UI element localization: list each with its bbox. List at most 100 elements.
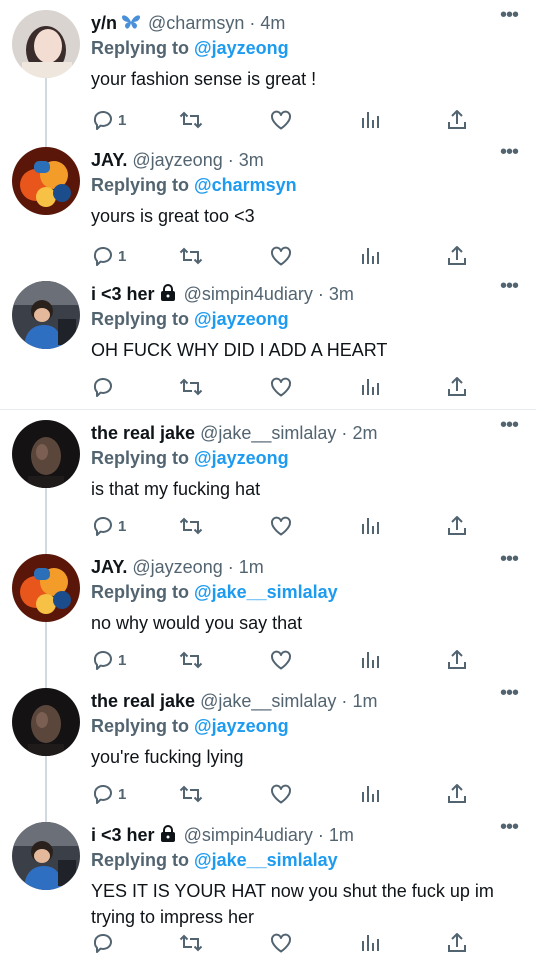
share-button[interactable] — [445, 931, 469, 955]
reply-count: 1 — [118, 517, 127, 535]
like-button[interactable] — [269, 375, 293, 399]
analytics-button[interactable] — [358, 931, 382, 955]
replying-to: Replying to @charmsyn — [91, 174, 297, 196]
retweet-icon — [178, 782, 204, 806]
reply-button[interactable] — [91, 375, 115, 399]
tweet-text: you're fucking lying — [91, 747, 244, 767]
avatar[interactable] — [12, 10, 80, 78]
heart-icon — [269, 648, 293, 672]
tweet-actions — [91, 931, 521, 955]
retweet-button[interactable] — [178, 648, 204, 672]
more-options-icon[interactable]: ••• — [500, 548, 519, 571]
lock-icon — [159, 284, 177, 307]
like-button[interactable] — [269, 931, 293, 955]
reply-button[interactable]: 1 — [91, 244, 126, 268]
analytics-button[interactable] — [358, 244, 382, 268]
share-button[interactable] — [445, 244, 469, 268]
butterfly-icon — [121, 13, 141, 36]
mention-link[interactable]: @jayzeong — [194, 716, 289, 736]
replying-to: Replying to @jayzeong — [91, 37, 289, 59]
more-options-icon[interactable]: ••• — [500, 414, 519, 437]
retweet-button[interactable] — [178, 931, 204, 955]
more-options-icon[interactable]: ••• — [500, 141, 519, 164]
tweet-header: the real jake @jake__simlalay · 1m — [91, 690, 377, 712]
analytics-button[interactable] — [358, 514, 382, 538]
mention-link[interactable]: @charmsyn — [194, 175, 297, 195]
tweet-header: i <3 her @simpin4udiary · 3m — [91, 283, 354, 307]
tweet: the real jake @jake__simlalay · 2m ••• Rep… — [0, 409, 536, 545]
display-name: i <3 her — [91, 284, 155, 304]
tweet: JAY. @jayzeong · 1m ••• Replying to @jake_… — [0, 544, 536, 678]
analytics-button[interactable] — [358, 782, 382, 806]
replying-to: Replying to @jake__simlalay — [91, 849, 338, 871]
share-button[interactable] — [445, 648, 469, 672]
tweet: y/n @charmsyn · 4m ••• Replying to @jayzeo… — [0, 0, 536, 137]
thread-line-below — [45, 488, 47, 545]
tweet-thread: y/n @charmsyn · 4m ••• Replying to @jayzeo… — [0, 0, 536, 960]
replying-to: Replying to @jayzeong — [91, 447, 289, 469]
mention-link[interactable]: @jayzeong — [194, 38, 289, 58]
analytics-button[interactable] — [358, 375, 382, 399]
replying-to: Replying to @jayzeong — [91, 715, 289, 737]
reply-icon — [91, 931, 115, 955]
reply-button[interactable]: 1 — [91, 514, 126, 538]
timestamp: 3m — [238, 150, 264, 170]
retweet-button[interactable] — [178, 375, 204, 399]
more-options-icon[interactable]: ••• — [500, 4, 519, 27]
reply-button[interactable]: 1 — [91, 782, 126, 806]
like-button[interactable] — [269, 782, 293, 806]
separator-dot: · — [227, 150, 234, 170]
avatar[interactable] — [12, 554, 80, 622]
tweet-header: y/n @charmsyn · 4m — [91, 12, 285, 36]
display-name: the real jake — [91, 691, 196, 711]
analytics-icon — [358, 648, 382, 672]
display-name: JAY. — [91, 150, 128, 170]
retweet-button[interactable] — [178, 108, 204, 132]
mention-link[interactable]: @jake__simlalay — [194, 582, 338, 602]
thread-line-above — [45, 137, 47, 147]
reply-button[interactable] — [91, 931, 115, 955]
replying-to-label: Replying to — [91, 448, 189, 468]
share-button[interactable] — [445, 375, 469, 399]
like-button[interactable] — [269, 244, 293, 268]
handle: @simpin4udiary — [183, 284, 313, 304]
replying-to-label: Replying to — [91, 38, 189, 58]
more-options-icon[interactable]: ••• — [500, 816, 519, 839]
thread-line-below — [45, 622, 47, 678]
mention-link[interactable]: @jayzeong — [194, 309, 289, 329]
retweet-button[interactable] — [178, 514, 204, 538]
avatar[interactable] — [12, 420, 80, 488]
heart-icon — [269, 108, 293, 132]
tweet-header: i <3 her @simpin4udiary · 1m — [91, 824, 354, 848]
replying-to-label: Replying to — [91, 582, 189, 602]
share-button[interactable] — [445, 108, 469, 132]
reply-button[interactable]: 1 — [91, 648, 126, 672]
reply-icon — [91, 375, 115, 399]
timestamp: 4m — [260, 13, 286, 33]
reply-button[interactable]: 1 — [91, 108, 126, 132]
reply-icon — [91, 648, 115, 672]
like-button[interactable] — [269, 648, 293, 672]
display-name: the real jake — [91, 423, 196, 443]
avatar[interactable] — [12, 281, 80, 349]
avatar[interactable] — [12, 147, 80, 215]
more-options-icon[interactable]: ••• — [500, 275, 519, 298]
like-button[interactable] — [269, 514, 293, 538]
retweet-button[interactable] — [178, 244, 204, 268]
timestamp: 1m — [352, 691, 378, 711]
avatar[interactable] — [12, 822, 80, 890]
mention-link[interactable]: @jayzeong — [194, 448, 289, 468]
like-button[interactable] — [269, 108, 293, 132]
tweet-actions: 1 — [91, 244, 521, 268]
retweet-button[interactable] — [178, 782, 204, 806]
analytics-button[interactable] — [358, 108, 382, 132]
heart-icon — [269, 931, 293, 955]
heart-icon — [269, 375, 293, 399]
share-button[interactable] — [445, 514, 469, 538]
share-button[interactable] — [445, 782, 469, 806]
more-options-icon[interactable]: ••• — [500, 682, 519, 705]
replying-to-label: Replying to — [91, 850, 189, 870]
analytics-button[interactable] — [358, 648, 382, 672]
avatar[interactable] — [12, 688, 80, 756]
mention-link[interactable]: @jake__simlalay — [194, 850, 338, 870]
